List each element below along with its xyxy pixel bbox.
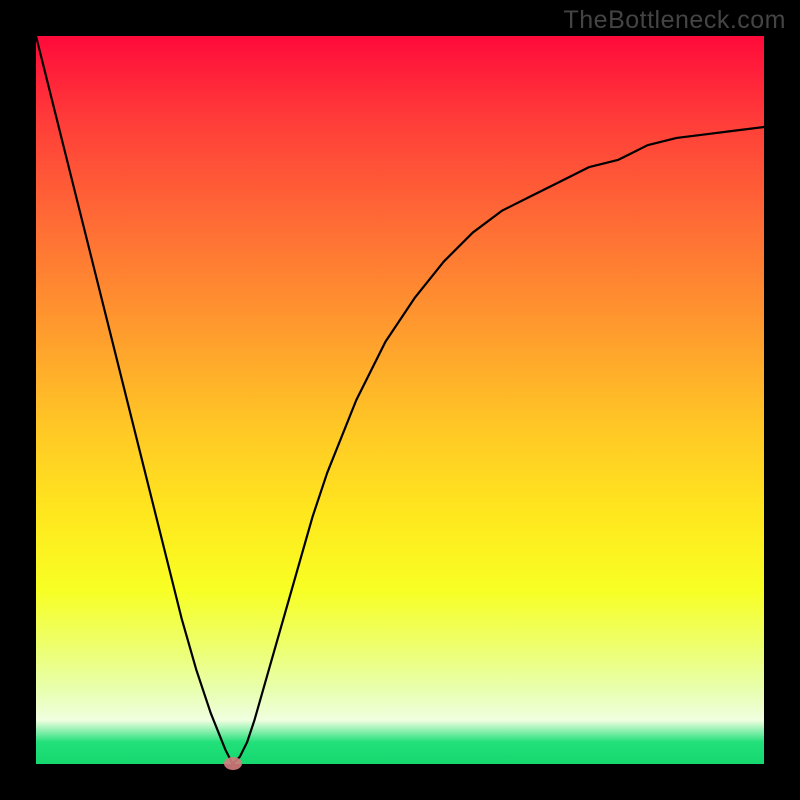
- plot-area: [36, 36, 764, 764]
- watermark-text: TheBottleneck.com: [564, 6, 787, 35]
- chart-frame: TheBottleneck.com: [0, 0, 800, 800]
- bottleneck-curve: [36, 36, 764, 764]
- minimum-marker: [224, 757, 242, 770]
